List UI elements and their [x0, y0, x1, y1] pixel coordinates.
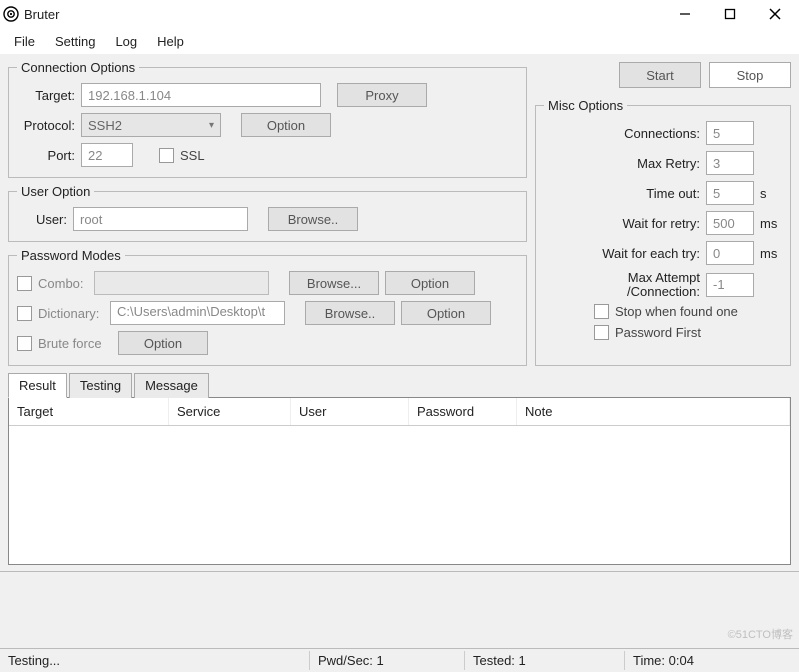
- dictionary-browse-button[interactable]: Browse..: [305, 301, 395, 325]
- separator: [0, 571, 799, 573]
- waiteach-input[interactable]: [706, 241, 754, 265]
- status-tested: Tested: 1: [465, 651, 625, 670]
- proxy-button[interactable]: Proxy: [337, 83, 427, 107]
- menu-log[interactable]: Log: [107, 31, 145, 52]
- column-note[interactable]: Note: [517, 398, 790, 425]
- password-modes-group: Password Modes Combo: Browse... Option D…: [8, 248, 527, 366]
- combo-browse-button[interactable]: Browse...: [289, 271, 379, 295]
- maxretry-label: Max Retry:: [544, 156, 700, 171]
- tab-testing[interactable]: Testing: [69, 373, 132, 398]
- status-time: Time: 0:04: [625, 651, 799, 670]
- status-bar: Testing... Pwd/Sec: 1 Tested: 1 Time: 0:…: [0, 648, 799, 672]
- dictionary-checkbox[interactable]: [17, 306, 32, 321]
- max-attempt-label: Max Attempt /Connection:: [544, 271, 700, 298]
- combo-option-button[interactable]: Option: [385, 271, 475, 295]
- user-option-group: User Option User: Browse..: [8, 184, 527, 242]
- user-label: User:: [17, 212, 67, 227]
- protocol-option-button[interactable]: Option: [241, 113, 331, 137]
- waiteach-label: Wait for each try:: [544, 246, 700, 261]
- combo-checkbox[interactable]: [17, 276, 32, 291]
- port-label: Port:: [17, 148, 75, 163]
- brute-force-checkbox[interactable]: [17, 336, 32, 351]
- password-legend: Password Modes: [17, 248, 125, 263]
- password-first-label: Password First: [615, 325, 701, 340]
- brute-force-option-button[interactable]: Option: [118, 331, 208, 355]
- stop-when-found-label: Stop when found one: [615, 304, 738, 319]
- user-input[interactable]: [73, 207, 248, 231]
- ssl-checkbox[interactable]: [159, 148, 174, 163]
- column-password[interactable]: Password: [409, 398, 517, 425]
- menu-file[interactable]: File: [6, 31, 43, 52]
- dictionary-label: Dictionary:: [38, 306, 104, 321]
- password-first-checkbox[interactable]: [594, 325, 609, 340]
- combo-label: Combo:: [38, 276, 88, 291]
- target-label: Target:: [17, 88, 75, 103]
- window-close-button[interactable]: [752, 0, 797, 28]
- tab-message[interactable]: Message: [134, 373, 209, 398]
- stop-when-found-checkbox[interactable]: [594, 304, 609, 319]
- timeout-label: Time out:: [544, 186, 700, 201]
- protocol-select[interactable]: SSH2 ▾: [81, 113, 221, 137]
- column-service[interactable]: Service: [169, 398, 291, 425]
- connection-legend: Connection Options: [17, 60, 139, 75]
- brute-force-label: Brute force: [38, 336, 112, 351]
- ssl-label: SSL: [180, 148, 205, 163]
- timeout-unit: s: [760, 186, 782, 201]
- stop-button[interactable]: Stop: [709, 62, 791, 88]
- dictionary-path-input[interactable]: C:\Users\admin\Desktop\t: [110, 301, 285, 325]
- result-table: Target Service User Password Note: [8, 397, 791, 565]
- window-maximize-button[interactable]: [707, 0, 752, 28]
- waitretry-label: Wait for retry:: [544, 216, 700, 231]
- waitretry-input[interactable]: [706, 211, 754, 235]
- app-icon: [2, 5, 20, 23]
- watermark: ©51CTO博客: [728, 626, 793, 642]
- status-pwd-sec: Pwd/Sec: 1: [310, 651, 465, 670]
- status-state: Testing...: [0, 651, 310, 670]
- misc-legend: Misc Options: [544, 98, 627, 113]
- column-user[interactable]: User: [291, 398, 409, 425]
- waitretry-unit: ms: [760, 216, 782, 231]
- menu-setting[interactable]: Setting: [47, 31, 103, 52]
- start-button[interactable]: Start: [619, 62, 701, 88]
- user-browse-button[interactable]: Browse..: [268, 207, 358, 231]
- connections-input[interactable]: [706, 121, 754, 145]
- chevron-down-icon: ▾: [209, 120, 214, 131]
- combo-path-input[interactable]: [94, 271, 269, 295]
- menu-help[interactable]: Help: [149, 31, 192, 52]
- dictionary-option-button[interactable]: Option: [401, 301, 491, 325]
- window-title: Bruter: [24, 7, 59, 22]
- column-target[interactable]: Target: [9, 398, 169, 425]
- waiteach-unit: ms: [760, 246, 782, 261]
- window-minimize-button[interactable]: [662, 0, 707, 28]
- target-input[interactable]: [81, 83, 321, 107]
- protocol-value: SSH2: [88, 118, 122, 133]
- tab-result[interactable]: Result: [8, 373, 67, 398]
- port-input[interactable]: [81, 143, 133, 167]
- connections-label: Connections:: [544, 126, 700, 141]
- protocol-label: Protocol:: [17, 118, 75, 133]
- timeout-input[interactable]: [706, 181, 754, 205]
- max-attempt-input[interactable]: [706, 273, 754, 297]
- misc-options-group: Misc Options Connections: Max Retry: Tim…: [535, 98, 791, 366]
- user-legend: User Option: [17, 184, 94, 199]
- connection-options-group: Connection Options Target: Proxy Protoco…: [8, 60, 527, 178]
- maxretry-input[interactable]: [706, 151, 754, 175]
